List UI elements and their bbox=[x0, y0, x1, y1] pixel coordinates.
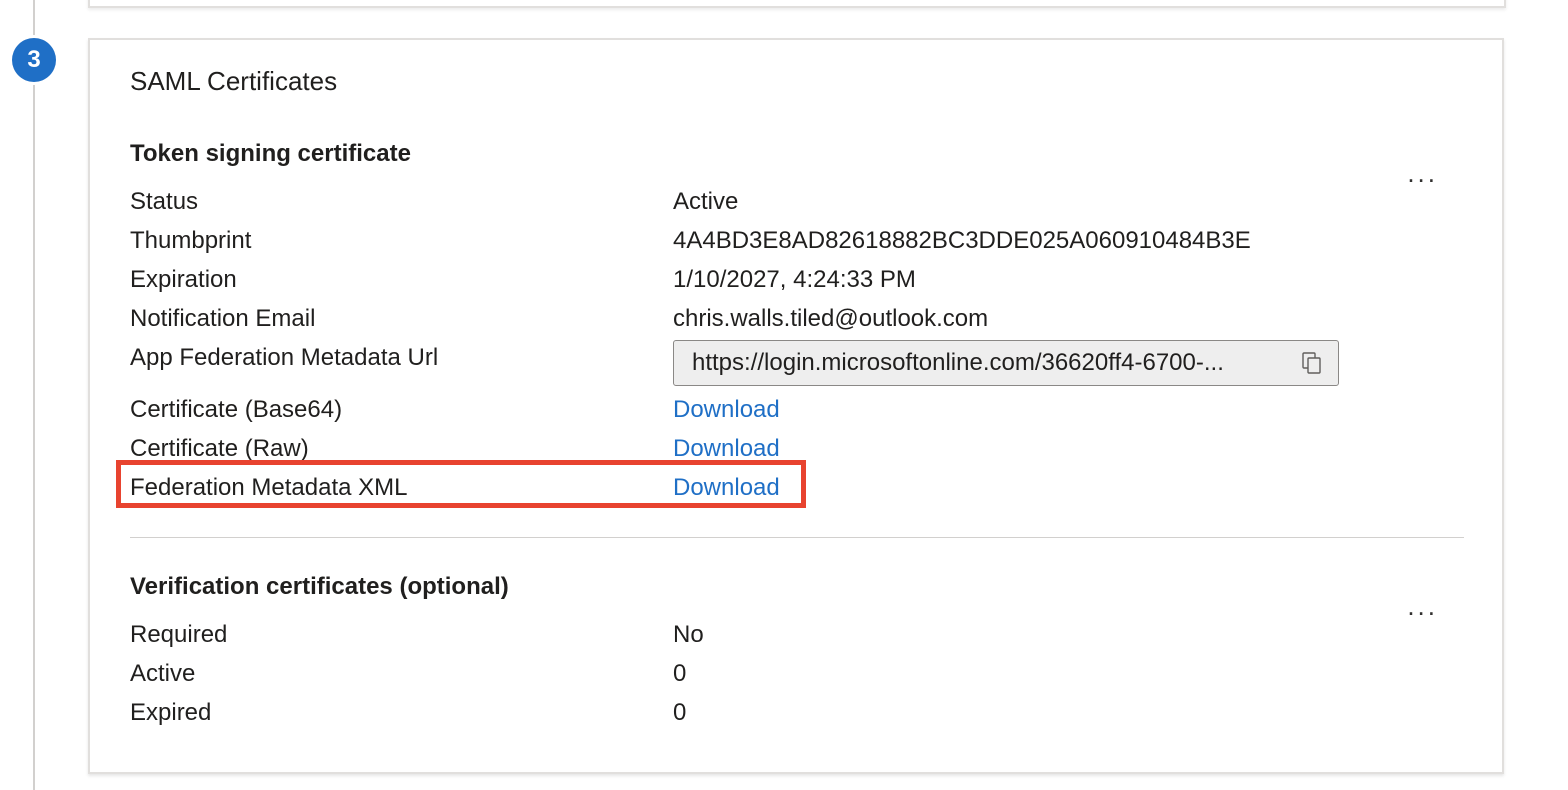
status-label: Status bbox=[130, 188, 199, 215]
required-value: No bbox=[673, 621, 704, 648]
certificate-raw-download-link[interactable]: Download bbox=[673, 435, 780, 463]
expiration-value: 1/10/2027, 4:24:33 PM bbox=[673, 266, 916, 293]
status-value: Active bbox=[673, 188, 739, 215]
saml-certificates-card: SAML Certificates Token signing certific… bbox=[88, 38, 1504, 774]
expiration-label: Expiration bbox=[130, 266, 237, 293]
metadata-url-field[interactable]: https://login.microsoftonline.com/36620f… bbox=[673, 340, 1339, 386]
card-title: SAML Certificates bbox=[130, 66, 338, 96]
section-divider bbox=[130, 537, 1464, 538]
thumbprint-value: 4A4BD3E8AD82618882BC3DDE025A060910484B3E bbox=[673, 227, 1251, 254]
expired-value: 0 bbox=[673, 699, 687, 726]
active-label: Active bbox=[130, 660, 196, 687]
thumbprint-label: Thumbprint bbox=[130, 227, 252, 254]
token-signing-title: Token signing certificate bbox=[130, 140, 411, 167]
notification-email-label: Notification Email bbox=[130, 305, 316, 332]
step-number-badge: 3 bbox=[12, 38, 56, 82]
highlight-box bbox=[116, 460, 806, 508]
verification-more-button[interactable]: ... bbox=[1407, 593, 1438, 619]
certificate-base64-label: Certificate (Base64) bbox=[130, 396, 343, 423]
required-label: Required bbox=[130, 621, 228, 648]
token-signing-more-button[interactable]: ... bbox=[1407, 160, 1438, 186]
certificate-raw-label: Certificate (Raw) bbox=[130, 435, 309, 462]
step-connector-line bbox=[33, 0, 35, 790]
previous-card bbox=[88, 0, 1506, 8]
notification-email-value: chris.walls.tiled@outlook.com bbox=[673, 305, 989, 332]
active-value: 0 bbox=[673, 660, 687, 687]
metadata-url-label: App Federation Metadata Url bbox=[130, 344, 439, 371]
page: 3 SAML Certificates Token signing certif… bbox=[0, 0, 1568, 790]
expired-label: Expired bbox=[130, 699, 212, 726]
metadata-url-value: https://login.microsoftonline.com/36620f… bbox=[692, 349, 1224, 376]
verification-title: Verification certificates (optional) bbox=[130, 573, 509, 600]
copy-icon[interactable] bbox=[1300, 351, 1324, 375]
certificate-base64-download-link[interactable]: Download bbox=[673, 396, 780, 424]
